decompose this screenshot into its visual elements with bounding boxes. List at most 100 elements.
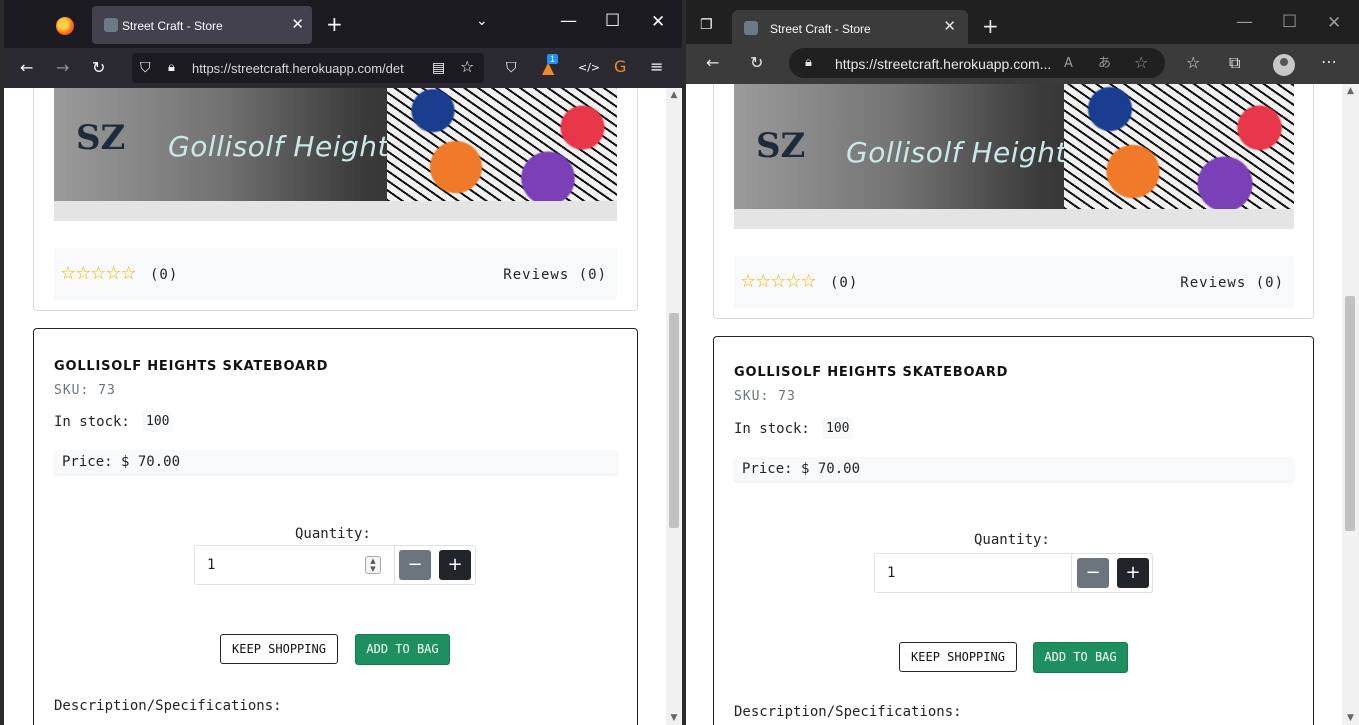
add-to-bag-button[interactable]: ADD TO BAG <box>355 634 450 665</box>
extension-code-icon[interactable]: </> <box>578 60 600 76</box>
product-detail-card: GOLLISOLF HEIGHTS SKATEBOARD SKU: 73 In … <box>33 328 638 725</box>
new-tab-icon[interactable]: + <box>326 12 343 36</box>
quantity-spinner-icon[interactable]: ▲ ▼ <box>365 556 381 574</box>
forward-icon[interactable]: → <box>56 60 69 76</box>
more-icon[interactable]: ⋯ <box>1321 54 1337 70</box>
quantity-group: − + <box>874 553 1153 593</box>
decrement-button[interactable]: − <box>399 550 431 580</box>
back-icon[interactable]: ← <box>20 60 33 76</box>
scroll-thumb[interactable] <box>669 313 679 528</box>
minimize-icon[interactable]: — <box>560 11 577 31</box>
menu-icon[interactable]: ≡ <box>650 59 663 75</box>
read-aloud-icon[interactable]: A <box>1064 56 1073 72</box>
favorites-icon[interactable]: ☆ <box>1186 55 1200 71</box>
new-tab-icon[interactable]: + <box>982 14 999 38</box>
tab-list-icon[interactable]: ⌄ <box>476 13 488 29</box>
close-tab-icon[interactable]: ✕ <box>943 17 956 35</box>
nav-toolbar: ← ↻ 🔒︎ https://streetcraft.herokuapp.com… <box>686 44 1359 84</box>
site-favicon-icon <box>104 18 118 32</box>
product-detail-card: GOLLISOLF HEIGHTS SKATEBOARD SKU: 73 In … <box>713 336 1314 725</box>
rating-count: (0) <box>830 275 859 291</box>
tab-actions-icon[interactable]: ❐ <box>700 17 713 33</box>
page-scrollbar[interactable]: ▲ ▼ <box>1342 84 1359 725</box>
banner-title: Gollisolf Heights <box>846 136 1083 169</box>
extension-badge: 1 <box>547 54 559 64</box>
close-window-icon[interactable]: ✕ <box>1327 13 1341 33</box>
product-image: SZ Gollisolf Heights <box>54 88 617 221</box>
quantity-label: Quantity: <box>295 526 371 542</box>
bookmark-star-icon[interactable]: ☆ <box>460 59 474 75</box>
description-label: Description/Specifications: <box>54 698 282 714</box>
keep-shopping-button[interactable]: KEEP SHOPPING <box>220 634 338 664</box>
firefox-logo-icon <box>56 17 74 35</box>
lock-icon[interactable]: 🔒︎ <box>805 55 812 71</box>
image-shadow <box>734 209 1294 229</box>
pocket-icon[interactable]: ⛉ <box>506 60 517 76</box>
rating-row: ☆☆☆☆☆ (0) Reviews (0) <box>734 256 1294 308</box>
minimize-icon[interactable]: — <box>1236 12 1253 32</box>
reviews-link[interactable]: Reviews (0) <box>1180 275 1284 291</box>
product-name: GOLLISOLF HEIGHTS SKATEBOARD <box>734 365 1009 380</box>
rating-row: ☆☆☆☆☆ (0) Reviews (0) <box>54 248 617 300</box>
page-content: SZ Gollisolf Heights ☆☆☆☆☆ (0) Reviews (… <box>686 84 1342 725</box>
page-content: SZ Gollisolf Heights ☆☆☆☆☆ (0) Reviews (… <box>4 88 666 725</box>
stock-value: 100 <box>822 418 854 439</box>
tab-street-craft-store[interactable]: Street Craft - Store ✕ <box>732 10 968 44</box>
scroll-thumb[interactable] <box>1345 296 1355 531</box>
keep-shopping-button[interactable]: KEEP SHOPPING <box>899 642 1017 672</box>
price-row: Price: $ 70.00 <box>54 450 617 474</box>
product-sku: SKU: 73 <box>54 383 116 398</box>
shield-icon[interactable]: ⛉ <box>140 60 151 76</box>
scroll-up-icon[interactable]: ▲ <box>1342 86 1359 96</box>
product-image-card: SZ Gollisolf Heights ☆☆☆☆☆ (0) Reviews (… <box>713 84 1314 319</box>
product-image: SZ Gollisolf Heights <box>734 84 1294 229</box>
desktop: { "browser_left": { "tab_title": "Street… <box>0 0 1359 725</box>
reviews-link[interactable]: Reviews (0) <box>503 267 607 283</box>
quantity-input[interactable] <box>875 554 1072 592</box>
scroll-up-icon[interactable]: ▲ <box>666 90 682 100</box>
site-favicon-icon <box>744 21 758 35</box>
maximize-icon[interactable]: ☐ <box>605 11 620 31</box>
decrement-button[interactable]: − <box>1077 558 1109 588</box>
product-sku: SKU: 73 <box>734 389 796 404</box>
tab-title: Street Craft - Store <box>770 22 871 36</box>
add-to-bag-button[interactable]: ADD TO BAG <box>1033 642 1128 673</box>
tab-street-craft-store[interactable]: Street Craft - Store ✕ <box>92 6 312 44</box>
profile-avatar[interactable] <box>1273 54 1295 76</box>
scroll-down-icon[interactable]: ▼ <box>1342 713 1359 723</box>
star-rating[interactable]: ☆☆☆☆☆ <box>60 263 137 284</box>
url-text: https://streetcraft.herokuapp.com... <box>835 56 1052 72</box>
firefox-window: Street Craft - Store ✕ + ⌄ — ☐ ✕ ← → ↻ ⛉… <box>4 0 682 725</box>
add-favorite-icon[interactable]: ☆ <box>1134 55 1148 71</box>
maximize-icon[interactable]: ☐ <box>1282 12 1297 32</box>
stock-label: In stock: <box>54 414 130 430</box>
extension-g-icon[interactable]: G <box>614 59 626 75</box>
collections-icon[interactable]: ⧉ <box>1229 55 1240 71</box>
product-image-card: SZ Gollisolf Heights ☆☆☆☆☆ (0) Reviews (… <box>33 88 638 311</box>
banner-title: Gollisolf Heights <box>168 130 405 163</box>
close-tab-icon[interactable]: ✕ <box>291 15 304 33</box>
increment-button[interactable]: + <box>439 550 471 580</box>
back-icon[interactable]: ← <box>706 55 719 71</box>
image-shadow <box>54 201 617 221</box>
brand-logo-icon: SZ <box>756 126 806 166</box>
star-rating[interactable]: ☆☆☆☆☆ <box>740 271 817 292</box>
translate-icon[interactable]: あ <box>1098 56 1111 72</box>
reload-icon[interactable]: ↻ <box>92 60 105 76</box>
stock-label: In stock: <box>734 421 810 437</box>
rating-count: (0) <box>150 267 179 283</box>
increment-button[interactable]: + <box>1117 558 1149 588</box>
nav-toolbar: ← → ↻ ⛉ 🔒︎ https://streetcraft.herokuapp… <box>4 48 682 88</box>
reader-view-icon[interactable]: ▤ <box>432 60 445 76</box>
description-label: Description/Specifications: <box>734 704 962 720</box>
brand-logo-icon: SZ <box>76 118 126 158</box>
graffiti-art <box>387 88 617 201</box>
scroll-down-icon[interactable]: ▼ <box>666 713 682 723</box>
edge-window: ❐ Street Craft - Store ✕ + — ☐ ✕ ← ↻ 🔒︎ … <box>686 0 1359 725</box>
close-window-icon[interactable]: ✕ <box>651 12 665 32</box>
page-scrollbar[interactable]: ▲ ▼ <box>666 88 682 725</box>
price-row: Price: $ 70.00 <box>734 457 1294 481</box>
lock-icon[interactable]: 🔒︎ <box>168 60 175 76</box>
product-name: GOLLISOLF HEIGHTS SKATEBOARD <box>54 359 329 374</box>
reload-icon[interactable]: ↻ <box>750 55 763 71</box>
